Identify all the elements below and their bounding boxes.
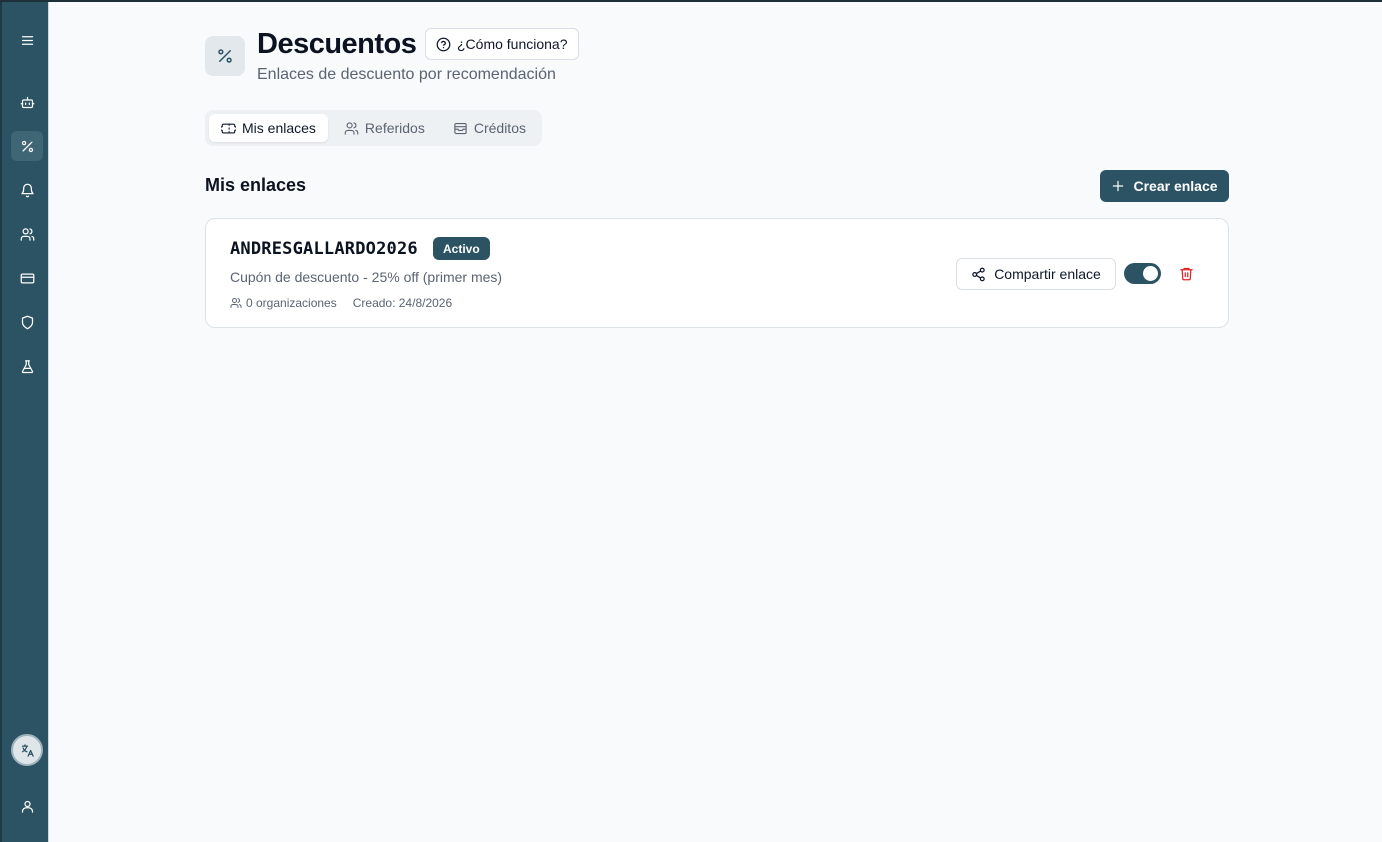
share-link-button[interactable]: Compartir enlace: [956, 258, 1116, 290]
window-top-border: [0, 0, 1382, 2]
sidebar-item-notifications[interactable]: [11, 175, 43, 205]
users-icon: [230, 298, 242, 308]
tab-bar: Mis enlaces Referidos Créditos: [205, 110, 542, 146]
users-icon: [344, 121, 359, 135]
user-icon: [21, 800, 33, 813]
sidebar-item-billing[interactable]: [11, 263, 43, 293]
link-meta: 0 organizaciones Creado: 24/8/2026: [230, 296, 452, 310]
how-it-works-label: ¿Cómo funciona?: [457, 36, 568, 52]
page-title: Descuentos: [257, 28, 417, 60]
organizations-count: 0 organizaciones: [246, 296, 337, 310]
wallet-icon: [454, 122, 467, 134]
sidebar-item-bot[interactable]: [11, 87, 43, 117]
page-subtitle: Enlaces de descuento por recomendación: [257, 66, 556, 83]
percent-icon: [21, 140, 33, 152]
link-enabled-toggle[interactable]: [1124, 263, 1161, 284]
tab-my-links[interactable]: Mis enlaces: [209, 114, 328, 142]
shield-icon: [21, 315, 33, 329]
discount-code: ANDRESGALLARDO2026: [230, 239, 418, 259]
menu-toggle-button[interactable]: [11, 25, 43, 55]
share-link-label: Compartir enlace: [994, 266, 1101, 282]
language-button[interactable]: [11, 734, 43, 766]
account-button[interactable]: [11, 791, 43, 821]
status-badge: Activo: [433, 237, 490, 260]
sidebar-item-labs[interactable]: [11, 351, 43, 381]
sidebar-item-users[interactable]: [11, 219, 43, 249]
credit-card-icon: [20, 273, 34, 283]
users-icon: [20, 227, 34, 241]
translate-icon: [21, 743, 34, 757]
section-title: Mis enlaces: [205, 175, 307, 195]
tab-credits[interactable]: Créditos: [441, 114, 538, 142]
share-icon: [972, 267, 985, 281]
create-link-label: Crear enlace: [1133, 178, 1218, 194]
link-description: Cupón de descuento - 25% off (primer mes…: [230, 269, 503, 285]
sidebar-item-discounts[interactable]: [11, 131, 43, 161]
tab-referrals[interactable]: Referidos: [332, 114, 437, 142]
menu-icon: [21, 35, 33, 45]
percent-icon: [218, 49, 232, 63]
created-date: Creado: 24/8/2026: [352, 296, 453, 310]
discount-link-card: ANDRESGALLARDO2026 Activo Cupón de descu…: [205, 218, 1229, 328]
plus-icon: [1113, 180, 1124, 192]
sidebar: [0, 2, 49, 842]
tab-label: Créditos: [473, 120, 526, 136]
bot-icon: [20, 96, 34, 108]
bell-icon: [20, 183, 34, 197]
how-it-works-button[interactable]: ¿Cómo funciona?: [425, 28, 579, 60]
tab-label: Mis enlaces: [242, 120, 316, 136]
tab-label: Referidos: [364, 120, 425, 136]
sidebar-item-security[interactable]: [11, 307, 43, 337]
delete-link-button[interactable]: [1176, 263, 1197, 284]
ticket-icon: [221, 123, 236, 133]
trash-icon: [1180, 267, 1193, 281]
toggle-knob: [1143, 266, 1158, 281]
flask-icon: [21, 359, 33, 373]
help-circle-icon: [436, 37, 451, 51]
page-icon: [205, 36, 245, 76]
create-link-button[interactable]: Crear enlace: [1100, 170, 1229, 202]
